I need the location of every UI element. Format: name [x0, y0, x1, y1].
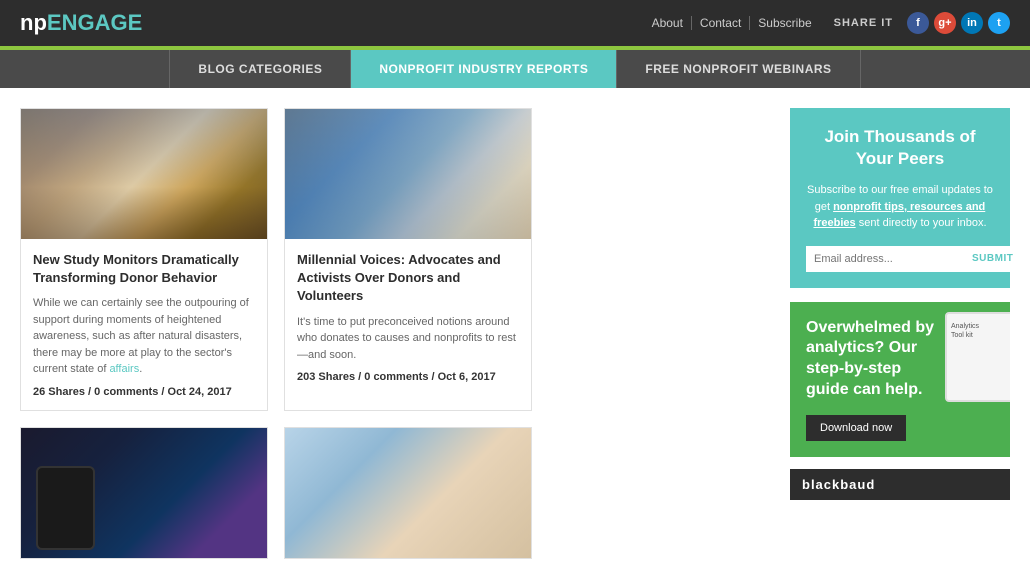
- linkedin-icon[interactable]: in: [961, 12, 983, 34]
- header-nav-links: About Contact Subscribe: [644, 16, 820, 30]
- nav-free-webinars[interactable]: FREE NONPROFIT WEBINARS: [617, 50, 860, 88]
- article-excerpt: While we can certainly see the outpourin…: [33, 295, 255, 378]
- share-it-label: SHARE IT: [834, 17, 893, 29]
- twitter-icon[interactable]: t: [988, 12, 1010, 34]
- articles-grid: New Study Monitors Dramatically Transfor…: [20, 108, 770, 559]
- article-body: New Study Monitors Dramatically Transfor…: [21, 239, 267, 410]
- nav-nonprofit-reports[interactable]: NONPROFIT INDUSTRY REPORTS: [351, 50, 617, 88]
- article-image-city: [21, 109, 267, 239]
- join-highlight: nonprofit tips, resources and freebies: [813, 201, 985, 230]
- article-card: New Study Monitors Dramatically Transfor…: [20, 108, 268, 411]
- article-image-phones: [285, 109, 531, 239]
- article-title[interactable]: New Study Monitors Dramatically Transfor…: [33, 251, 255, 287]
- article-excerpt: It's time to put preconceived notions ar…: [297, 314, 519, 364]
- blackbaud-label: blackbaud: [802, 477, 875, 492]
- article-body: Millennial Voices: Advocates and Activis…: [285, 239, 531, 395]
- article-card: Millennial Voices: Advocates and Activis…: [284, 108, 532, 411]
- logo-np: np: [20, 10, 47, 35]
- join-description: Subscribe to our free email updates to g…: [806, 182, 994, 232]
- join-peers-box: Join Thousands of Your Peers Subscribe t…: [790, 108, 1010, 288]
- analytics-tablet-image: [945, 312, 1010, 402]
- analytics-title: Overwhelmed by analytics? Our step-by-st…: [806, 318, 936, 401]
- join-title: Join Thousands of Your Peers: [806, 126, 994, 170]
- site-logo[interactable]: npENGAGE: [20, 10, 142, 36]
- subscribe-link[interactable]: Subscribe: [750, 16, 819, 30]
- nav-blog-categories[interactable]: BLOG CATEGORIES: [169, 50, 351, 88]
- main-navigation: BLOG CATEGORIES NONPROFIT INDUSTRY REPOR…: [0, 50, 1030, 88]
- site-header: npENGAGE About Contact Subscribe SHARE I…: [0, 0, 1030, 46]
- article-image-mobile: [21, 428, 267, 558]
- logo-engage: ENGAGE: [47, 10, 142, 35]
- analytics-promo-box: Overwhelmed by analytics? Our step-by-st…: [790, 302, 1010, 457]
- submit-button[interactable]: SUBMIT: [964, 246, 1021, 272]
- article-title[interactable]: Millennial Voices: Advocates and Activis…: [297, 251, 519, 306]
- article-image-office: [285, 428, 531, 558]
- about-link[interactable]: About: [644, 16, 692, 30]
- main-content: New Study Monitors Dramatically Transfor…: [0, 88, 1030, 579]
- blackbaud-box: blackbaud: [790, 469, 1010, 500]
- article-meta: 203 Shares / 0 comments / Oct 6, 2017: [297, 371, 519, 383]
- article-meta: 26 Shares / 0 comments / Oct 24, 2017: [33, 386, 255, 398]
- google-plus-icon[interactable]: g+: [934, 12, 956, 34]
- contact-link[interactable]: Contact: [692, 16, 750, 30]
- sidebar: Join Thousands of Your Peers Subscribe t…: [790, 108, 1010, 559]
- header-right: About Contact Subscribe SHARE IT f g+ in…: [644, 12, 1010, 34]
- email-signup-row: SUBMIT: [806, 246, 994, 272]
- email-input[interactable]: [806, 246, 964, 272]
- social-icons: f g+ in t: [907, 12, 1010, 34]
- facebook-icon[interactable]: f: [907, 12, 929, 34]
- download-button[interactable]: Download now: [806, 415, 906, 441]
- article-card: [20, 427, 268, 559]
- article-card: [284, 427, 532, 559]
- article-link[interactable]: affairs: [109, 363, 139, 375]
